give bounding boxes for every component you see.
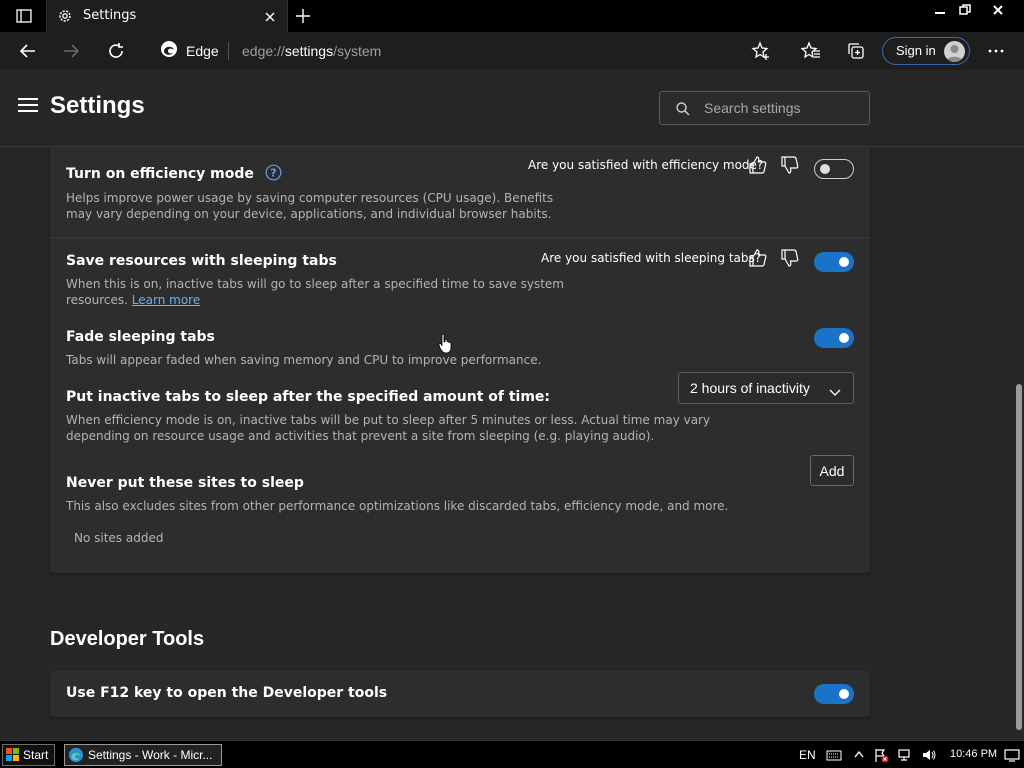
- efficiency-mode-title: Turn on efficiency mode ?: [66, 164, 282, 185]
- thumbs-down-icon[interactable]: [780, 155, 800, 175]
- svg-text:?: ?: [270, 167, 276, 180]
- sleep-time-dropdown[interactable]: 2 hours of inactivity: [678, 372, 854, 404]
- gear-icon: [57, 8, 73, 24]
- sleeping-desc-line-2: resources.: [66, 293, 128, 307]
- url-path: /system: [333, 43, 382, 59]
- avatar-icon: [944, 41, 965, 62]
- volume-icon[interactable]: [921, 747, 937, 763]
- start-label: Start: [23, 748, 49, 762]
- sign-in-button[interactable]: Sign in: [882, 37, 970, 65]
- add-site-label: Add: [819, 463, 845, 479]
- sleeping-desc-line-1: When this is on, inactive tabs will go t…: [66, 277, 564, 291]
- sleep-after-desc: When efficiency mode is on, inactive tab…: [66, 412, 710, 444]
- efficiency-mode-label: Turn on efficiency mode: [66, 166, 254, 182]
- forward-icon[interactable]: [60, 40, 82, 62]
- thumbs-down-icon[interactable]: [780, 248, 800, 268]
- address-divider: [228, 42, 229, 60]
- language-indicator[interactable]: EN: [799, 748, 816, 762]
- close-tab-icon[interactable]: [263, 9, 277, 23]
- learn-more-link[interactable]: Learn more: [132, 293, 200, 307]
- scrollbar-thumb[interactable]: [1016, 384, 1022, 730]
- thumbs-up-icon[interactable]: [748, 248, 768, 268]
- performance-card: Turn on efficiency mode ? Helps improve …: [50, 148, 870, 573]
- sign-in-label: Sign in: [896, 43, 936, 58]
- no-sites-text: No sites added: [74, 531, 164, 545]
- add-site-button[interactable]: Add: [810, 455, 854, 486]
- tab-title: Settings: [83, 8, 137, 23]
- page-title: Settings: [50, 92, 145, 119]
- sleeping-tabs-feedback-question: Are you satisfied with sleeping tabs?: [541, 251, 762, 265]
- sleep-time-value: 2 hours of inactivity: [690, 380, 810, 396]
- back-icon[interactable]: [17, 40, 39, 62]
- chevron-down-icon: [829, 383, 841, 396]
- start-button[interactable]: Start: [2, 744, 55, 766]
- efficiency-feedback-question: Are you satisfied with efficiency mode?: [528, 158, 764, 172]
- fade-tabs-toggle[interactable]: [814, 328, 854, 348]
- sleep-after-desc-line-1: When efficiency mode is on, inactive tab…: [66, 413, 711, 427]
- taskbar-item-label: Settings - Work - Micr...: [88, 748, 213, 762]
- close-window-icon[interactable]: [986, 2, 1010, 18]
- tab-strip: Settings: [0, 0, 1024, 32]
- more-options-icon[interactable]: [985, 40, 1007, 62]
- site-label: Edge: [186, 43, 219, 59]
- site-identity[interactable]: Edge: [160, 41, 219, 61]
- settings-content: Turn on efficiency mode ? Helps improve …: [0, 148, 1014, 740]
- never-sleep-desc: This also excludes sites from other perf…: [66, 499, 729, 513]
- scrollbar[interactable]: [1014, 148, 1024, 740]
- url-scheme: edge://: [242, 43, 285, 59]
- efficiency-desc-line-2: may vary depending on your device, appli…: [66, 207, 552, 221]
- url-host: settings: [284, 43, 334, 59]
- sleeping-tabs-toggle[interactable]: [814, 252, 854, 272]
- add-favorite-icon[interactable]: [750, 40, 772, 62]
- settings-header: Settings: [0, 70, 1024, 147]
- help-icon[interactable]: ?: [265, 164, 282, 185]
- keyboard-icon[interactable]: [826, 747, 842, 763]
- edge-logo-icon: [160, 40, 178, 62]
- new-tab-icon[interactable]: [294, 7, 314, 25]
- show-desktop-icon[interactable]: [1004, 747, 1020, 763]
- f12-title: Use F12 key to open the Developer tools: [66, 685, 388, 701]
- clock[interactable]: 10:46 PM: [950, 748, 997, 760]
- search-settings-box[interactable]: [659, 91, 870, 125]
- sleep-after-title: Put inactive tabs to sleep after the spe…: [66, 389, 551, 405]
- fade-tabs-title: Fade sleeping tabs: [66, 329, 215, 345]
- developer-tools-heading: Developer Tools: [50, 628, 205, 650]
- fade-tabs-desc: Tabs will appear faded when saving memor…: [66, 353, 542, 367]
- developer-tools-card: Use F12 key to open the Developer tools: [50, 670, 870, 717]
- efficiency-mode-desc: Helps improve power usage by saving comp…: [66, 190, 553, 222]
- windows-logo-icon: [6, 748, 20, 762]
- efficiency-mode-toggle[interactable]: [814, 159, 854, 179]
- collections-icon[interactable]: [845, 40, 867, 62]
- taskbar: Start Settings - Work - Micr... EN 10:46…: [0, 740, 1024, 768]
- hamburger-menu-icon[interactable]: [18, 98, 38, 114]
- sleeping-tabs-desc: When this is on, inactive tabs will go t…: [66, 276, 564, 308]
- refresh-icon[interactable]: [105, 40, 127, 62]
- tab-settings[interactable]: Settings: [46, 0, 288, 32]
- hand-cursor-icon: [438, 333, 452, 355]
- thumbs-up-icon[interactable]: [748, 155, 768, 175]
- sleep-after-desc-line-2: depending on resource usage and activiti…: [66, 429, 655, 443]
- f12-toggle[interactable]: [814, 684, 854, 704]
- row-divider: [50, 237, 870, 238]
- network-icon[interactable]: [897, 747, 913, 763]
- search-input[interactable]: [704, 98, 864, 118]
- address-bar[interactable]: edge://settings/system: [242, 43, 381, 59]
- favorites-icon[interactable]: [800, 40, 822, 62]
- tab-actions-icon[interactable]: [12, 6, 36, 26]
- show-hidden-icons-icon[interactable]: [851, 747, 867, 763]
- never-sleep-title: Never put these sites to sleep: [66, 475, 304, 491]
- search-icon: [675, 101, 691, 117]
- restore-icon[interactable]: [953, 2, 977, 18]
- action-center-flag-icon[interactable]: [873, 747, 889, 763]
- taskbar-item-edge[interactable]: Settings - Work - Micr...: [64, 744, 222, 766]
- efficiency-desc-line-1: Helps improve power usage by saving comp…: [66, 191, 554, 205]
- edge-logo-icon: [68, 747, 84, 763]
- sleeping-tabs-title: Save resources with sleeping tabs: [66, 253, 337, 269]
- minimize-icon[interactable]: [928, 2, 952, 18]
- browser-toolbar: Edge edge://settings/system Sign in: [0, 32, 1024, 70]
